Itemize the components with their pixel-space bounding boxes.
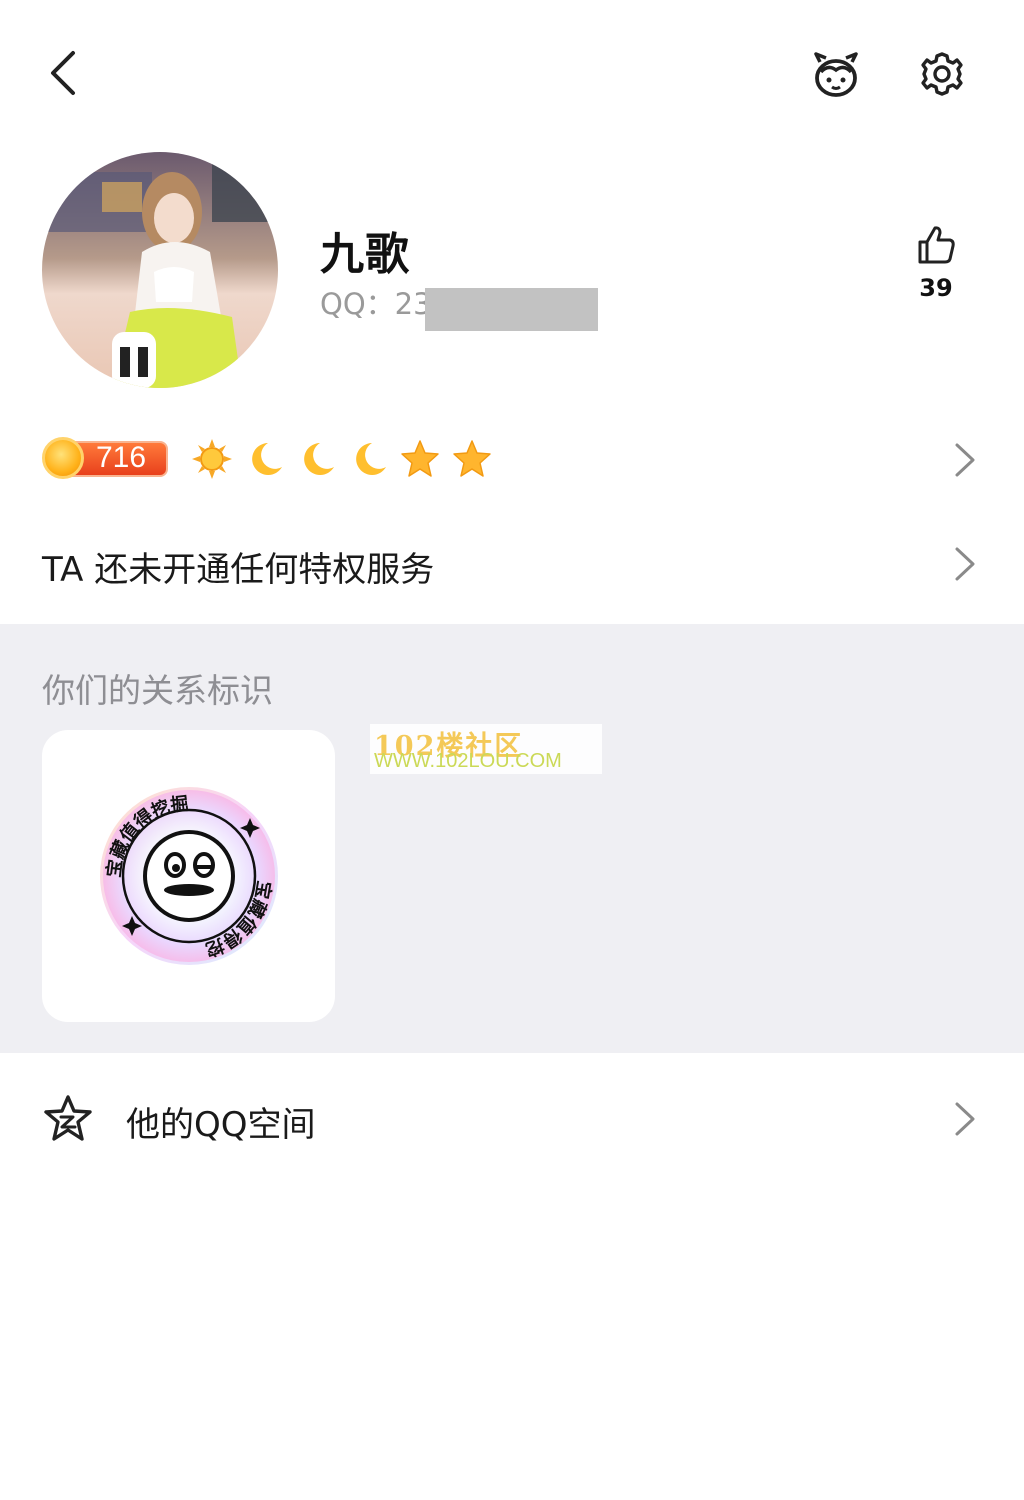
coin-badge: 716: [42, 437, 170, 479]
avatar[interactable]: [42, 152, 278, 388]
pet-face-icon: [814, 52, 858, 97]
level-row[interactable]: 716: [42, 430, 982, 490]
thumbs-up-icon: [918, 226, 955, 264]
chevron-right-icon: [955, 443, 975, 477]
chevron-right-icon: [955, 547, 975, 581]
watermark: 102楼社区 WWW.102LOU.COM: [370, 724, 602, 774]
nickname: 九歌: [320, 229, 410, 280]
pet-button[interactable]: [808, 46, 864, 102]
star-icon: [450, 437, 494, 481]
privilege-row[interactable]: TA 还未开通任何特权服务: [42, 532, 982, 596]
privilege-text: TA 还未开通任何特权服务: [42, 550, 435, 590]
qzone-star-icon: [44, 1095, 92, 1141]
top-bar: [0, 0, 1024, 150]
moon-icon: [294, 437, 338, 481]
chevron-left-icon: [51, 51, 75, 95]
level-icons: [190, 436, 494, 482]
coin-icon: [42, 437, 84, 479]
settings-button[interactable]: [914, 46, 970, 102]
sun-icon: [190, 437, 234, 481]
treasure-badge-icon: 宝藏值得挖掘 宝藏值得挖掘: [33, 713, 278, 965]
star-icon: [398, 437, 442, 481]
gear-icon: [921, 52, 963, 96]
chevron-right-icon: [955, 1102, 975, 1136]
like-button[interactable]: 39: [906, 224, 966, 302]
qq-zone-row[interactable]: 他的QQ空间: [42, 1085, 982, 1153]
section-title: 你们的关系标识: [42, 671, 273, 710]
moon-icon: [242, 437, 286, 481]
relation-section: 你们的关系标识 宝藏值得挖掘 宝藏值得挖 102楼社区 WWW.102LOU.C…: [0, 624, 1024, 1053]
avatar-photo: [42, 152, 278, 388]
qq-number: QQ：23: [320, 287, 432, 321]
back-button[interactable]: [40, 46, 84, 100]
qq-number-redaction: [425, 288, 598, 331]
coin-count: 716: [96, 441, 147, 474]
relation-badge-card[interactable]: 宝藏值得挖掘 宝藏值得挖掘: [33, 713, 335, 1022]
moon-icon: [346, 437, 390, 481]
qq-zone-label: 他的QQ空间: [126, 1105, 316, 1145]
like-count: 39: [919, 274, 953, 302]
watermark-line2: WWW.102LOU.COM: [374, 750, 562, 772]
